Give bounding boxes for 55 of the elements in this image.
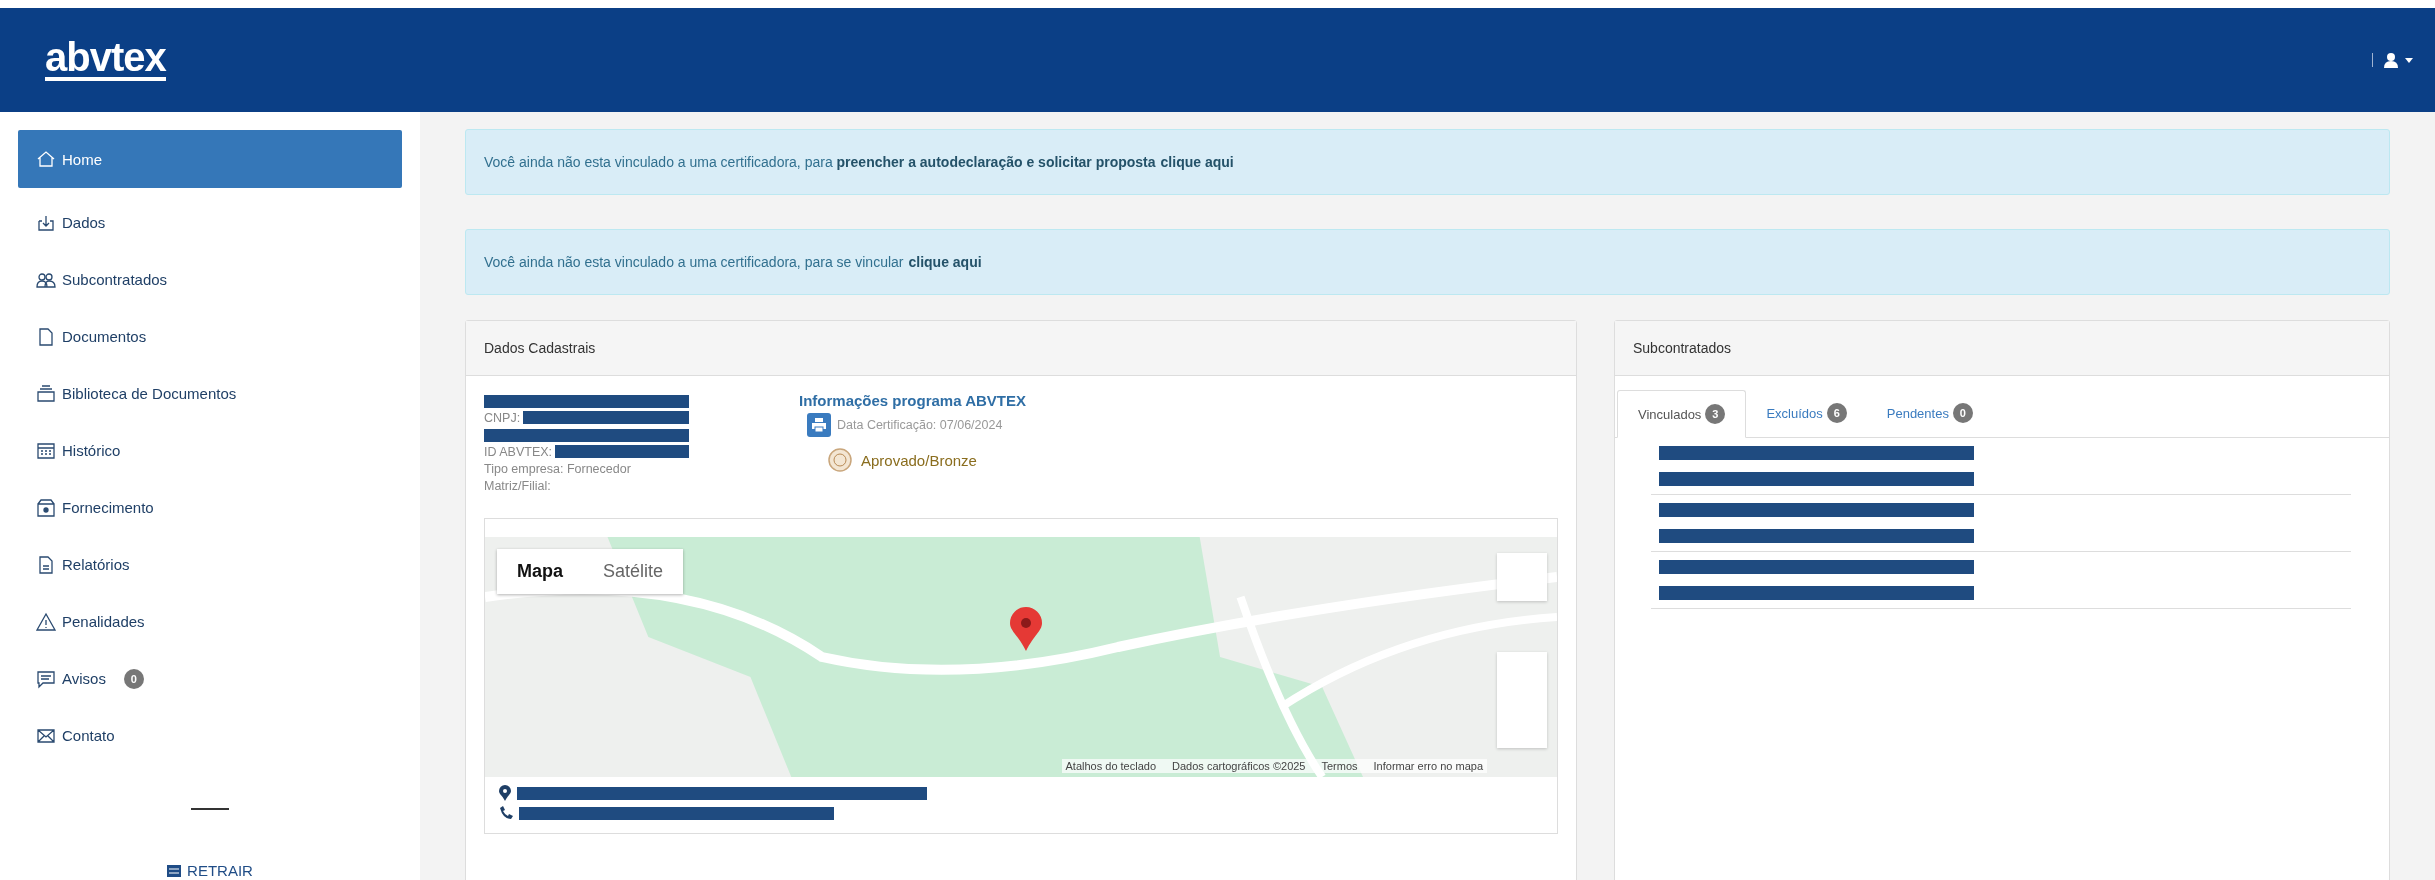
logo[interactable]: abvtex	[45, 39, 166, 81]
count-badge: 0	[123, 668, 144, 689]
field-label: CNPJ:	[484, 410, 521, 425]
caret-icon[interactable]	[2405, 57, 2413, 63]
sidebar-item[interactable]: Contato	[18, 707, 402, 764]
sidebar-item[interactable]: Documentos	[18, 308, 402, 365]
alert-text: Você ainda não esta vinculado a uma certificadora, para preencher a autodeclaração e solicitar proposta	[484, 154, 1156, 170]
map-type-button[interactable]: Mapa	[497, 549, 583, 594]
panel-heading: Dados Cadastrais	[466, 321, 1576, 376]
chat-icon	[36, 668, 56, 689]
map-attribution-link[interactable]: Termos	[1321, 760, 1358, 772]
alert-text: Você ainda não esta vinculado a uma certificadora, para se vincular	[484, 254, 904, 270]
location-pin-icon	[499, 785, 511, 801]
field-label: Matriz/Filial:	[484, 478, 551, 493]
medal-icon	[827, 447, 853, 473]
box-icon	[36, 497, 56, 518]
phone-icon	[499, 806, 513, 820]
home-icon	[36, 149, 56, 169]
tab[interactable]: Vinculados 3	[1617, 390, 1747, 438]
map-pin-icon	[1010, 607, 1042, 651]
map-type-button[interactable]: Satélite	[583, 549, 684, 594]
sidebar-item[interactable]: Avisos 0	[18, 650, 402, 707]
map-attribution-link[interactable]: Atalhos do teclado	[1065, 760, 1157, 772]
collapse-link[interactable]: RETRAIR	[167, 862, 253, 879]
sidebar-item[interactable]: Home	[18, 130, 402, 188]
field-label: ID ABVTEX:	[484, 444, 553, 459]
report-icon	[36, 554, 56, 575]
sidebar-item[interactable]: Penalidades	[18, 593, 402, 650]
print-icon[interactable]	[807, 413, 831, 437]
panel-heading: Subcontratados	[1615, 321, 2389, 376]
program-title[interactable]: Informações programa ABVTEX	[799, 392, 1026, 409]
sidebar-item[interactable]: Dados	[18, 194, 402, 251]
certification-date: Data Certificação: 07/06/2024	[837, 418, 1003, 432]
count-badge: 0	[1952, 403, 1973, 423]
tab[interactable]: Excluídos 6	[1746, 390, 1867, 436]
user-icon[interactable]	[2383, 52, 2399, 68]
sidebar-item[interactable]: Subcontratados	[18, 251, 402, 308]
tab[interactable]: Pendentes 0	[1866, 390, 1993, 436]
count-badge: 3	[1705, 404, 1726, 424]
warning-icon	[36, 611, 56, 632]
map-attribution-link[interactable]: Informar erro no mapa	[1373, 760, 1483, 772]
alert-link[interactable]: clique aqui	[908, 254, 982, 270]
certification-status: Aprovado/Bronze	[861, 451, 977, 469]
sidebar-item[interactable]: Biblioteca de Documentos	[18, 365, 402, 422]
sidebar-item[interactable]: Relatórios	[18, 536, 402, 593]
sidebar-item[interactable]: Histórico	[18, 422, 402, 479]
alert-link[interactable]: clique aqui	[1160, 154, 1234, 170]
sidebar-item[interactable]: Fornecimento	[18, 479, 402, 536]
field-label: Tipo empresa: Fornecedor	[484, 461, 631, 476]
map-attribution-link[interactable]: Dados cartográficos ©2025	[1172, 760, 1306, 772]
count-badge: 6	[1826, 403, 1847, 423]
calendar-icon	[36, 440, 56, 461]
document-icon	[36, 326, 56, 347]
menu-icon	[167, 864, 182, 877]
archive-icon	[36, 383, 56, 404]
